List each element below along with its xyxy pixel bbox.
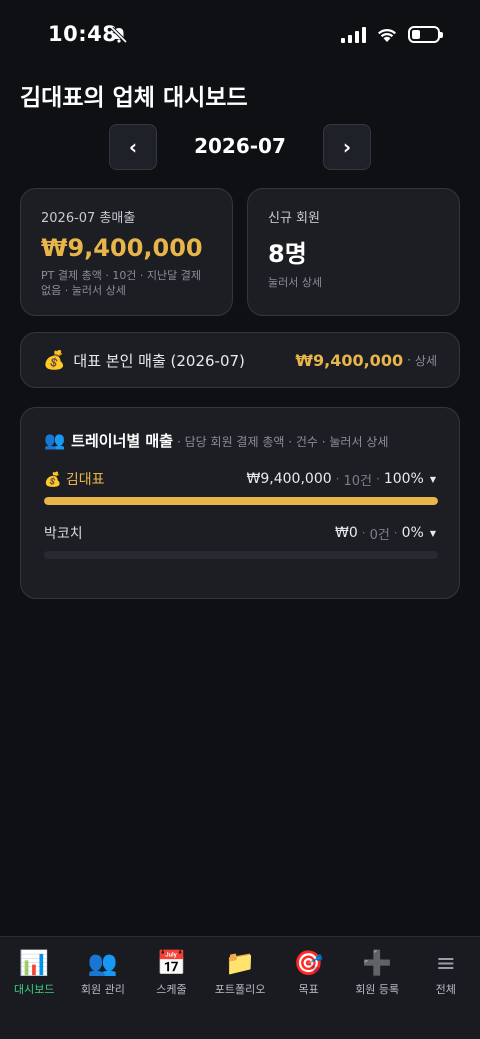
- tab-label: 목표: [298, 983, 319, 996]
- tab-label: 포트폴리오: [214, 983, 266, 996]
- next-month-button[interactable]: ›: [323, 124, 371, 170]
- trainer-share-fill: [44, 497, 438, 505]
- status-time: 10:48: [48, 22, 118, 46]
- trainer-count: 0건: [369, 527, 390, 543]
- target-icon: 🎯: [293, 949, 324, 977]
- bell-muted-icon: [110, 26, 128, 44]
- tab-all[interactable]: ≡ 전체: [411, 937, 480, 1039]
- tab-schedule[interactable]: 📅 스케줄: [137, 937, 206, 1039]
- tab-portfolio[interactable]: 📁 포트폴리오: [206, 937, 275, 1039]
- plus-icon: ➕: [362, 949, 393, 977]
- battery-icon: [408, 26, 443, 43]
- tab-members[interactable]: 👥 회원 관리: [69, 937, 138, 1039]
- wifi-icon: [378, 28, 396, 42]
- trainer-share-bar: [44, 551, 438, 559]
- trainer-amount: ₩9,400,000: [246, 471, 332, 487]
- trainer-percent: 100%: [383, 471, 424, 487]
- bottom-tab-bar: 📊 대시보드 👥 회원 관리 📅 스케줄 📁 포트폴리오 🎯 목표 ➕ 회원 등…: [0, 936, 480, 1039]
- separator-dot: ·: [407, 353, 411, 367]
- expand-caret-icon[interactable]: ▼: [430, 475, 436, 484]
- total-revenue-label: 2026-07 총매출: [41, 211, 136, 226]
- money-bag-icon: 💰: [43, 349, 66, 371]
- trainer-revenue-title: 트레이너별 매출: [71, 432, 173, 450]
- trainer-revenue-card: 👥 트레이너별 매출 · 담당 회원 결제 총액 · 건수 · 눌러서 상세 💰…: [20, 407, 460, 599]
- tab-register-member[interactable]: ➕ 회원 등록: [343, 937, 412, 1039]
- new-members-count: 8명: [268, 240, 307, 268]
- trainer-revenue-header: 👥 트레이너별 매출 · 담당 회원 결제 총액 · 건수 · 눌러서 상세: [44, 430, 436, 451]
- cellular-signal-icon: [341, 26, 366, 43]
- trainer-count: 10건: [343, 473, 372, 489]
- trainer-row-kim[interactable]: 💰 김대표 ₩9,400,000 · 10건 · 100% ▼: [44, 469, 438, 505]
- total-revenue-card[interactable]: 2026-07 총매출 ₩9,400,000 PT 결제 총액 · 10건 · …: [20, 188, 233, 316]
- tab-label: 대시보드: [14, 983, 55, 996]
- month-navigator: ‹ 2026-07 ›: [0, 124, 480, 172]
- expand-caret-icon[interactable]: ▼: [430, 529, 436, 538]
- page-title: 김대표의 업체 대시보드: [20, 85, 248, 111]
- folder-icon: 📁: [225, 949, 255, 977]
- total-revenue-amount: ₩9,400,000: [41, 234, 203, 262]
- trainer-name: 박코치: [44, 526, 83, 542]
- tab-dashboard[interactable]: 📊 대시보드: [0, 937, 69, 1039]
- people-icon: 👥: [44, 431, 66, 451]
- new-members-label: 신규 회원: [268, 211, 320, 226]
- tab-label: 회원 등록: [355, 983, 400, 996]
- new-members-subtext: 눌러서 상세: [268, 276, 323, 289]
- calendar-icon: 📅: [156, 949, 187, 977]
- trainer-amount: ₩0: [334, 525, 358, 541]
- current-month-label: 2026-07: [194, 134, 286, 158]
- total-revenue-subtext: PT 결제 총액 · 10건 · 지난달 결제 없음 · 눌러서 상세: [41, 269, 202, 297]
- owner-detail-link[interactable]: 상세: [415, 352, 437, 369]
- new-members-card[interactable]: 신규 회원 8명 눌러서 상세: [247, 188, 460, 316]
- owner-revenue-card[interactable]: 💰 대표 본인 매출 (2026-07) ₩9,400,000 · 상세: [20, 332, 460, 388]
- menu-icon: ≡: [435, 949, 456, 977]
- prev-month-button[interactable]: ‹: [109, 124, 157, 170]
- bar-chart-icon: 📊: [19, 949, 50, 977]
- trainer-share-bar: [44, 497, 438, 505]
- tab-label: 스케줄: [156, 983, 187, 996]
- tab-label: 회원 관리: [80, 983, 125, 996]
- trainer-percent: 0%: [401, 525, 424, 541]
- trainer-revenue-subtitle: · 담당 회원 결제 총액 · 건수 · 눌러서 상세: [177, 435, 389, 449]
- trainer-row-park[interactable]: 박코치 ₩0 · 0건 · 0% ▼: [44, 523, 438, 559]
- people-icon: 👥: [87, 949, 118, 977]
- status-bar: 10:48: [0, 0, 480, 70]
- owner-revenue-amount: ₩9,400,000: [295, 350, 404, 370]
- money-bag-icon: 💰: [44, 472, 62, 488]
- tab-goals[interactable]: 🎯 목표: [274, 937, 343, 1039]
- trainer-name: 💰 김대표: [44, 472, 105, 488]
- status-icons: [341, 26, 443, 43]
- tab-label: 전체: [435, 983, 456, 996]
- owner-revenue-label: 대표 본인 매출 (2026-07): [73, 351, 245, 370]
